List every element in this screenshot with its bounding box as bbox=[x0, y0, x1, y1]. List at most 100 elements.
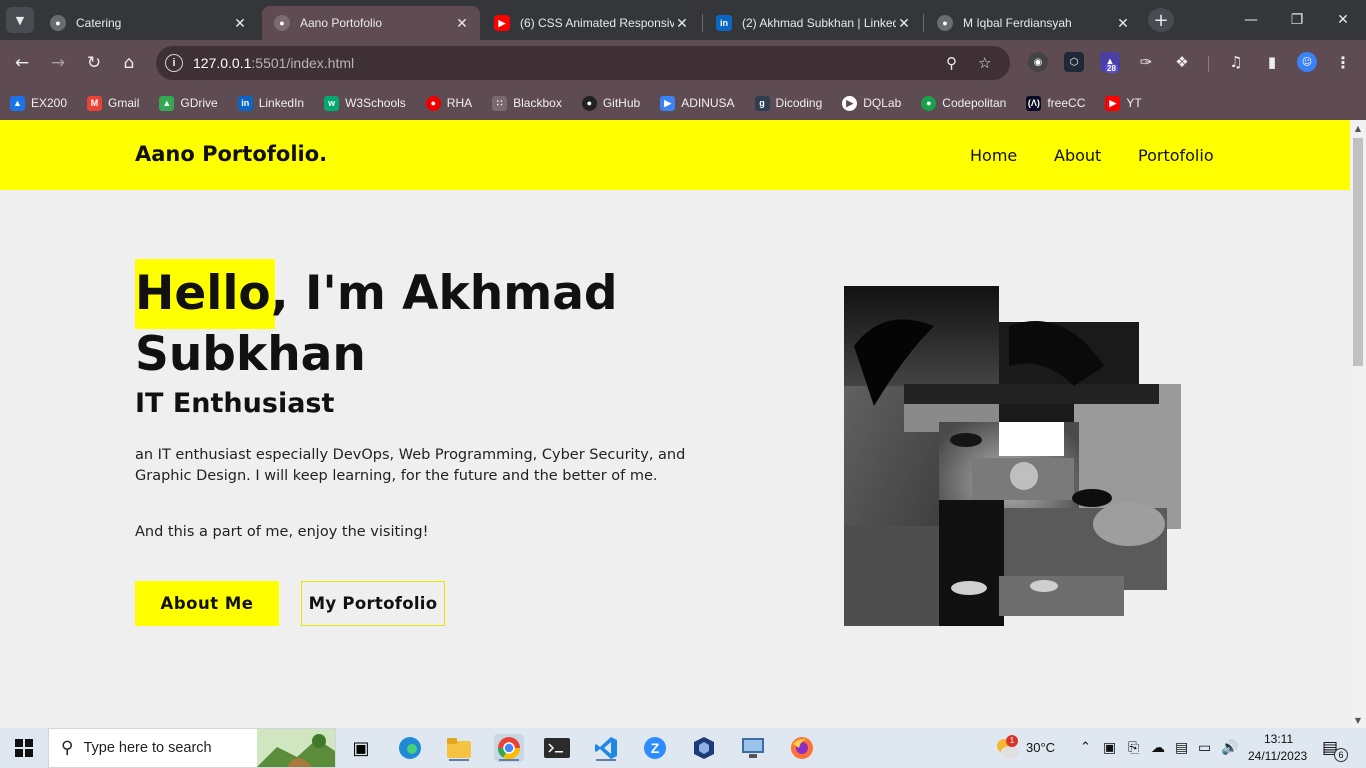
usb-icon[interactable]: ⎘ bbox=[1128, 739, 1139, 756]
freecodecamp-icon: (Λ) bbox=[1026, 95, 1042, 111]
bookmark-adinusa[interactable]: ▶ ADINUSA bbox=[660, 95, 735, 111]
bookmark-linkedin[interactable]: in LinkedIn bbox=[237, 95, 304, 111]
menu-kebab-icon[interactable]: ⋮ bbox=[1333, 52, 1353, 72]
new-tab-button[interactable]: + bbox=[1148, 8, 1174, 32]
extension-hex-icon[interactable]: ⬡ bbox=[1064, 52, 1084, 72]
vscode-app-icon[interactable] bbox=[591, 734, 621, 762]
restore-button[interactable]: ❐ bbox=[1274, 0, 1320, 40]
bookmark-dqlab[interactable]: ▶ DQLab bbox=[842, 95, 901, 111]
battery-icon[interactable]: ▭ bbox=[1198, 739, 1211, 756]
minimize-button[interactable]: — bbox=[1228, 0, 1274, 40]
my-portofolio-button[interactable]: My Portofolio bbox=[301, 581, 445, 626]
volume-icon[interactable]: 🔊 bbox=[1221, 739, 1238, 756]
bookmark-gmail[interactable]: M Gmail bbox=[87, 95, 139, 111]
scroll-up-arrow-icon[interactable]: ▲ bbox=[1353, 124, 1363, 134]
zoom-app-icon[interactable]: Z bbox=[640, 734, 670, 762]
bookmark-codepolitan[interactable]: ● Codepolitan bbox=[921, 95, 1006, 111]
taskbar-search-box[interactable]: ⚲ Type here to search bbox=[48, 728, 336, 768]
running-indicator bbox=[499, 759, 519, 761]
weather-temperature[interactable]: 30°C bbox=[1026, 740, 1055, 755]
tab-css-animated[interactable]: ▶ (6) CSS Animated Responsive ✕ bbox=[482, 6, 700, 40]
network-device-icon[interactable]: ▣ bbox=[1103, 739, 1116, 756]
home-button[interactable]: ⌂ bbox=[116, 50, 142, 76]
bookmark-w3schools[interactable]: w W3Schools bbox=[324, 95, 406, 111]
eyedropper-icon[interactable]: ✑ bbox=[1136, 52, 1156, 72]
about-me-button[interactable]: About Me bbox=[135, 581, 279, 626]
file-explorer-app-icon[interactable] bbox=[444, 734, 474, 762]
toolbar-separator bbox=[1208, 56, 1209, 72]
show-hidden-icons-chevron-icon[interactable]: ⌃ bbox=[1080, 739, 1091, 755]
search-highlight-illustration-icon bbox=[257, 729, 335, 767]
tab-catering[interactable]: ● Catering ✕ bbox=[38, 6, 258, 40]
windows-logo-icon bbox=[15, 739, 33, 757]
close-icon[interactable]: ✕ bbox=[232, 15, 248, 32]
zoom-search-icon[interactable]: ⚲ bbox=[946, 54, 957, 72]
onedrive-cloud-icon[interactable]: ☁ bbox=[1151, 739, 1165, 756]
bookmark-yt[interactable]: ▶ YT bbox=[1105, 95, 1142, 111]
github-icon: ● bbox=[581, 95, 597, 111]
bookmark-dicoding[interactable]: g Dicoding bbox=[754, 95, 822, 111]
restore-icon: ❐ bbox=[1290, 12, 1304, 28]
adinusa-icon: ▶ bbox=[660, 95, 676, 111]
hero-note: And this a part of me, enjoy the visitin… bbox=[135, 524, 429, 540]
site-logo[interactable]: Aano Portofolio. bbox=[135, 142, 327, 166]
scrollbar-thumb[interactable] bbox=[1353, 138, 1363, 366]
close-icon[interactable]: ✕ bbox=[454, 15, 470, 32]
tab-linkedin[interactable]: in (2) Akhmad Subkhan | Linked ✕ bbox=[704, 6, 922, 40]
address-bar[interactable]: i 127.0.0.1:5501/index.html ⚲ ☆ bbox=[156, 46, 1010, 80]
page-scrollbar[interactable]: ▲ ▼ bbox=[1350, 120, 1366, 728]
virtualbox-app-icon[interactable] bbox=[689, 734, 719, 762]
nav-portofolio[interactable]: Portofolio bbox=[1138, 146, 1214, 165]
start-button[interactable] bbox=[0, 728, 48, 768]
media-control-icon[interactable]: ♫ bbox=[1226, 52, 1246, 72]
bookmark-blackbox[interactable]: ∷ Blackbox bbox=[492, 95, 562, 111]
back-button[interactable]: ← bbox=[9, 50, 35, 76]
tab-strip: ▼ ● Catering ✕ ● Aano Portofolio ✕ ▶ (6)… bbox=[0, 0, 1366, 40]
reload-button[interactable]: ↻ bbox=[81, 50, 107, 76]
scroll-down-arrow-icon[interactable]: ▼ bbox=[1353, 716, 1363, 726]
profile-avatar[interactable]: ☺ bbox=[1297, 52, 1317, 72]
close-window-button[interactable]: ✕ bbox=[1320, 0, 1366, 40]
browser-toolbar: ← → ↻ ⌂ i 127.0.0.1:5501/index.html ⚲ ☆ … bbox=[0, 40, 1366, 86]
side-panel-icon[interactable]: ▮ bbox=[1262, 52, 1282, 72]
terminal-app-icon[interactable] bbox=[542, 734, 572, 762]
clock-time[interactable]: 13:11 bbox=[1264, 732, 1293, 746]
info-icon[interactable]: i bbox=[165, 54, 183, 72]
task-view-icon[interactable]: ▣ bbox=[346, 734, 376, 762]
tab-iqbal[interactable]: ● M Iqbal Ferdiansyah ✕ bbox=[925, 6, 1141, 40]
nav-home[interactable]: Home bbox=[970, 146, 1017, 165]
bookmark-github[interactable]: ● GitHub bbox=[581, 95, 640, 111]
search-icon: ⚲ bbox=[61, 738, 74, 757]
redhat-icon: ● bbox=[425, 95, 441, 111]
close-icon[interactable]: ✕ bbox=[1115, 15, 1131, 32]
nav-about[interactable]: About bbox=[1054, 146, 1101, 165]
arrow-left-icon: ← bbox=[14, 53, 30, 73]
tab-aano-portofolio[interactable]: ● Aano Portofolio ✕ bbox=[262, 6, 480, 40]
wifi-icon[interactable]: ▤ bbox=[1175, 739, 1188, 756]
bookmark-ex200[interactable]: ▲ EX200 bbox=[10, 95, 67, 111]
linkedin-icon: in bbox=[716, 15, 732, 31]
star-icon[interactable]: ☆ bbox=[978, 54, 991, 72]
site-navbar: Aano Portofolio. Home About Portofolio bbox=[0, 120, 1350, 190]
extension-wappalyzer-icon[interactable]: ◉ bbox=[1028, 52, 1048, 72]
edge-app-icon[interactable] bbox=[395, 734, 425, 762]
chrome-app-icon[interactable] bbox=[494, 734, 524, 762]
bookmark-freecc[interactable]: (Λ) freeCC bbox=[1026, 95, 1085, 111]
close-icon[interactable]: ✕ bbox=[674, 15, 690, 32]
dicoding-icon: g bbox=[754, 95, 770, 111]
youtube-icon: ▶ bbox=[1105, 95, 1121, 111]
remote-desktop-app-icon[interactable] bbox=[738, 734, 768, 762]
firefox-app-icon[interactable] bbox=[787, 734, 817, 762]
tab-search-button[interactable]: ▼ bbox=[6, 7, 34, 33]
plus-icon: + bbox=[1153, 9, 1169, 31]
close-icon[interactable]: ✕ bbox=[896, 15, 912, 32]
taskbar-search-placeholder: Type here to search bbox=[83, 740, 212, 756]
hero-title: Hello, I'm Akhmad Subkhan bbox=[135, 263, 755, 385]
forward-button[interactable]: → bbox=[45, 50, 71, 76]
clock-date[interactable]: 24/11/2023 bbox=[1248, 749, 1307, 763]
globe-icon: ● bbox=[937, 15, 953, 31]
bookmark-gdrive[interactable]: ▲ GDrive bbox=[159, 95, 218, 111]
globe-icon: ● bbox=[50, 15, 66, 31]
extensions-puzzle-icon[interactable]: ❖ bbox=[1172, 52, 1192, 72]
bookmark-rha[interactable]: ● RHA bbox=[425, 95, 472, 111]
